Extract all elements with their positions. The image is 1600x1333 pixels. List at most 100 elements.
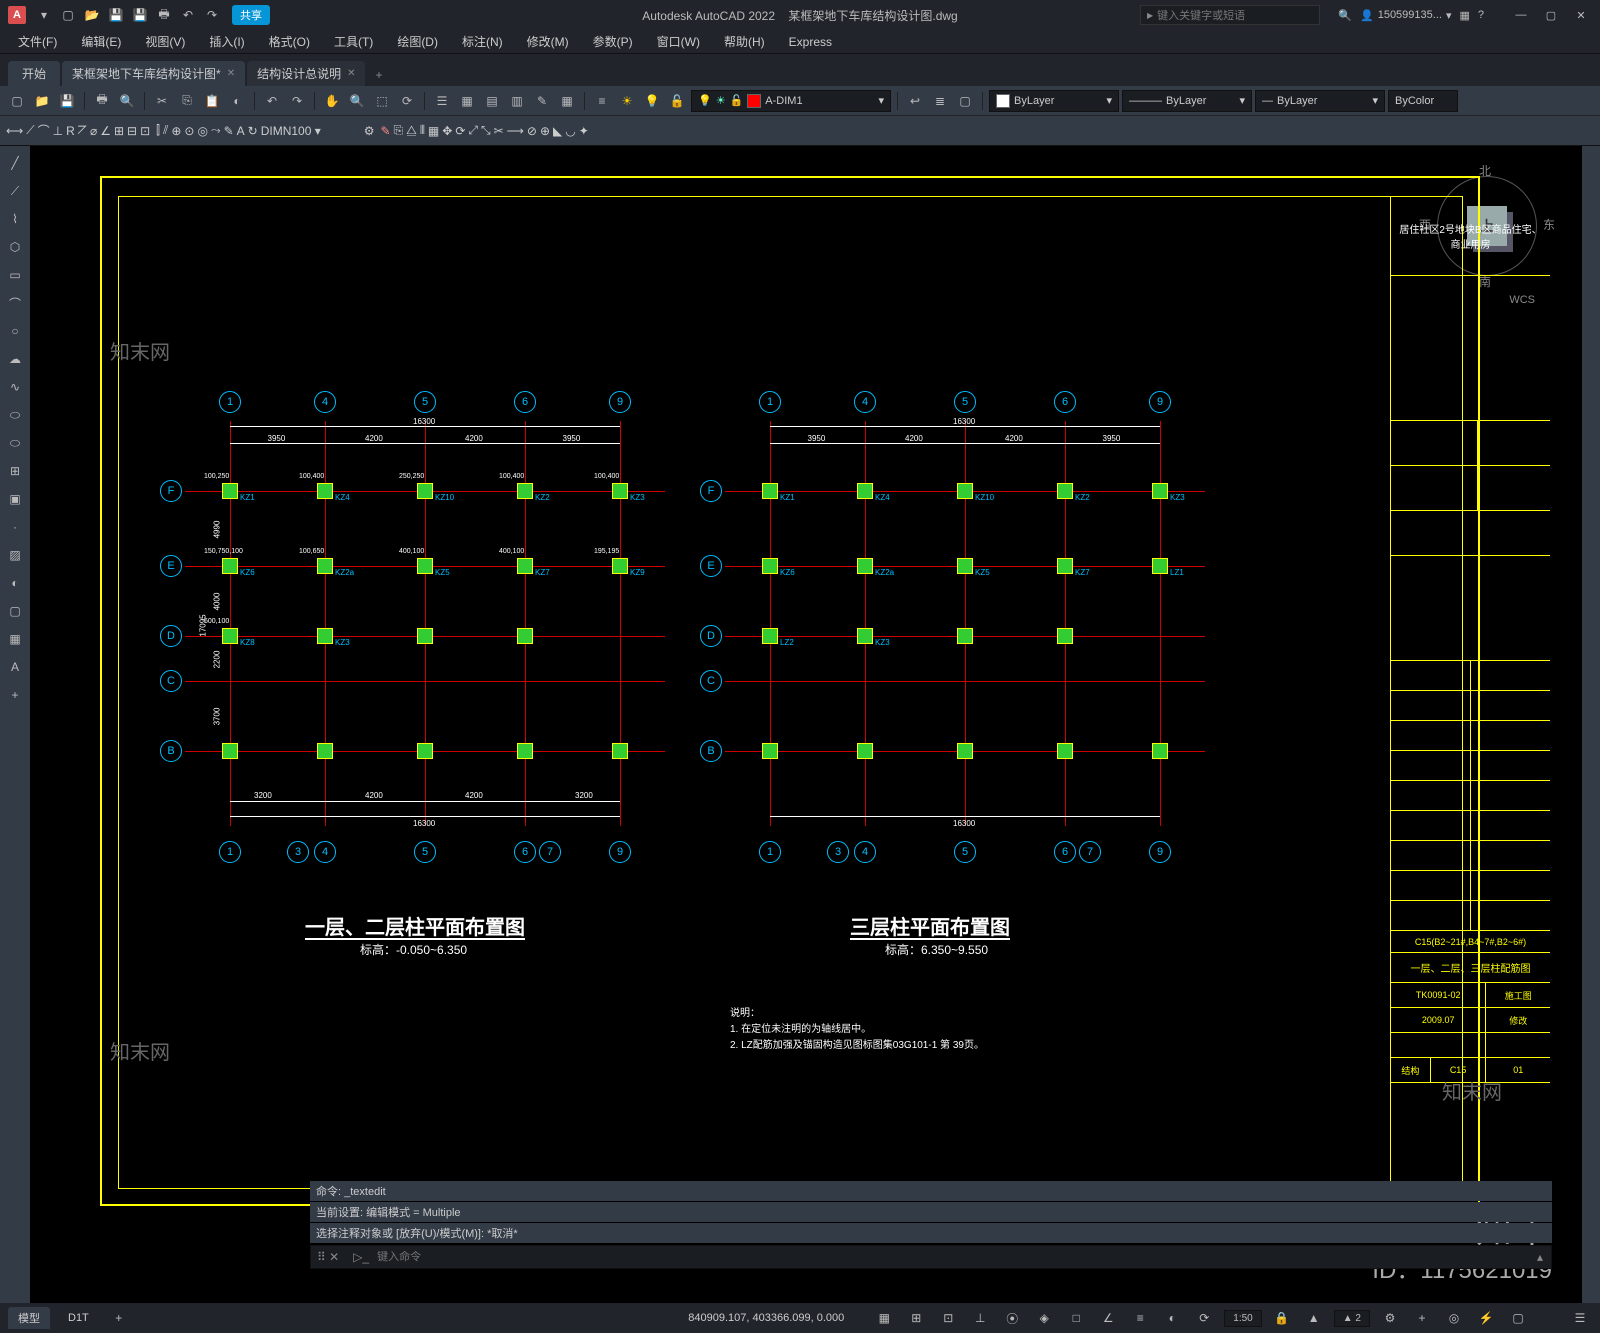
- help-icon[interactable]: ?: [1478, 9, 1484, 21]
- arc-icon[interactable]: ⌒: [4, 292, 26, 314]
- menu-item[interactable]: 格式(O): [259, 31, 320, 52]
- dim-jogged-icon[interactable]: ⦢: [78, 123, 87, 138]
- isodraft-icon[interactable]: ◈: [1032, 1306, 1056, 1330]
- properties-icon[interactable]: ☰: [431, 90, 453, 112]
- document-tab[interactable]: 结构设计总说明✕: [247, 61, 365, 86]
- layer-dropdown[interactable]: 💡☀🔓 A-DIM1 ▾: [691, 90, 891, 112]
- polygon-icon[interactable]: ⬡: [4, 236, 26, 258]
- clean-screen-icon[interactable]: ▢: [1506, 1306, 1530, 1330]
- redo2-icon[interactable]: ↷: [286, 90, 308, 112]
- copy2-icon[interactable]: ⎘: [394, 123, 404, 138]
- layer-manager-icon[interactable]: ≡: [591, 90, 613, 112]
- dim-arc-icon[interactable]: ⌒: [38, 122, 50, 139]
- anno-combo[interactable]: ▲ 2: [1334, 1310, 1370, 1327]
- menu-item[interactable]: 帮助(H): [714, 31, 775, 52]
- user-menu[interactable]: 👤 150599135... ▾: [1360, 9, 1451, 22]
- dim-aligned-icon[interactable]: ⟋: [26, 123, 34, 138]
- fillet-icon[interactable]: ◡: [565, 124, 575, 138]
- chamfer-icon[interactable]: ◣: [553, 124, 562, 138]
- new-icon[interactable]: ▢: [58, 5, 78, 25]
- rectangle-icon[interactable]: ▭: [4, 264, 26, 286]
- undo-icon[interactable]: ↶: [178, 5, 198, 25]
- document-tab[interactable]: 某框架地下车库结构设计图*✕: [62, 61, 245, 86]
- undo2-icon[interactable]: ↶: [261, 90, 283, 112]
- gradient-icon[interactable]: ◐: [4, 572, 26, 594]
- layer-prev-icon[interactable]: ↩: [904, 90, 926, 112]
- command-input[interactable]: ⠿ ✕ ▷_ ▴: [310, 1245, 1552, 1269]
- minimize-button[interactable]: —: [1510, 4, 1532, 26]
- search-icon[interactable]: 🔍: [1338, 9, 1352, 22]
- preview-icon[interactable]: 🔍: [116, 90, 138, 112]
- extend-icon[interactable]: ⟶: [507, 124, 524, 138]
- dim-edit-icon[interactable]: ✎: [224, 124, 234, 138]
- close-tab-icon[interactable]: ✕: [347, 68, 355, 79]
- new-tab-button[interactable]: +: [367, 64, 390, 86]
- close-button[interactable]: ✕: [1570, 4, 1592, 26]
- table-icon[interactable]: ▦: [4, 628, 26, 650]
- xline-icon[interactable]: ⟋: [4, 180, 26, 202]
- polar-icon[interactable]: ⦿: [1000, 1306, 1024, 1330]
- drawing-canvas[interactable]: 上 北 东 西 南 WCS 居住社区2号地块B区商品住宅、商业用房: [30, 146, 1582, 1303]
- hardware-accel-icon[interactable]: ⚡: [1474, 1306, 1498, 1330]
- menu-item[interactable]: 修改(M): [517, 31, 579, 52]
- trim-icon[interactable]: ✂: [494, 124, 504, 138]
- share-button[interactable]: 共享: [232, 5, 270, 25]
- layout-tab[interactable]: D1T: [58, 1309, 99, 1327]
- move-icon[interactable]: ✥: [442, 124, 452, 138]
- dim-space-icon[interactable]: ⫿: [156, 123, 160, 138]
- color-dropdown[interactable]: ByLayer ▾: [989, 90, 1119, 112]
- jog-line-icon[interactable]: ⤳: [211, 123, 221, 138]
- addselected-icon[interactable]: +: [4, 684, 26, 706]
- menu-item[interactable]: 工具(T): [324, 31, 383, 52]
- cycling-icon[interactable]: ⟳: [1192, 1306, 1216, 1330]
- design-center-icon[interactable]: ▦: [456, 90, 478, 112]
- start-tab[interactable]: 开始: [8, 61, 60, 86]
- layer-freeze-icon[interactable]: ☀: [616, 90, 638, 112]
- close-tab-icon[interactable]: ✕: [227, 68, 235, 79]
- osnap-icon[interactable]: □: [1064, 1306, 1088, 1330]
- layer-off-icon[interactable]: 💡: [641, 90, 663, 112]
- region-icon[interactable]: ▢: [4, 600, 26, 622]
- dim-tedit-icon[interactable]: A: [237, 124, 245, 138]
- dim-quick-icon[interactable]: ⊞: [114, 124, 124, 138]
- grid-icon[interactable]: ⊞: [904, 1306, 928, 1330]
- zoom-window-icon[interactable]: ⬚: [371, 90, 393, 112]
- menu-item[interactable]: 插入(I): [199, 31, 254, 52]
- otrack-icon[interactable]: ∠: [1096, 1306, 1120, 1330]
- add-layout-icon[interactable]: +: [107, 1306, 131, 1330]
- dim-angular-icon[interactable]: ∠: [100, 124, 111, 138]
- stretch-icon[interactable]: ⤡: [481, 123, 491, 138]
- join-icon[interactable]: ⊕: [540, 124, 550, 138]
- snap-icon[interactable]: ⊡: [936, 1306, 960, 1330]
- model-space-icon[interactable]: ▦: [872, 1306, 896, 1330]
- layer-iso-icon[interactable]: ▢: [954, 90, 976, 112]
- help-search-input[interactable]: 键入关键字或短语: [1140, 5, 1320, 25]
- pan-icon[interactable]: ✋: [321, 90, 343, 112]
- spline-icon[interactable]: ∿: [4, 376, 26, 398]
- tool-palettes-icon[interactable]: ▤: [481, 90, 503, 112]
- transparency-icon[interactable]: ◐: [1160, 1306, 1184, 1330]
- autodesk-app-icon[interactable]: ▦: [1459, 9, 1469, 22]
- revcloud-icon[interactable]: ☁: [4, 348, 26, 370]
- center-mark-icon[interactable]: ⊙: [184, 124, 194, 138]
- dim-continue-icon[interactable]: ⊡: [140, 124, 150, 138]
- mtext-icon[interactable]: A: [4, 656, 26, 678]
- paste-icon[interactable]: 📋: [201, 90, 223, 112]
- cut-icon[interactable]: ✂: [151, 90, 173, 112]
- cmd-handle-icon[interactable]: ⠿ ✕: [311, 1250, 345, 1264]
- hatch-icon[interactable]: ▨: [4, 544, 26, 566]
- explode-icon[interactable]: ✦: [579, 124, 589, 138]
- markup-icon[interactable]: ✎: [531, 90, 553, 112]
- ortho-icon[interactable]: ⊥: [968, 1306, 992, 1330]
- workspace-switch-icon[interactable]: ⚙: [1378, 1306, 1402, 1330]
- menu-item[interactable]: 文件(F): [8, 31, 67, 52]
- print-icon[interactable]: 🖶: [91, 90, 113, 112]
- pline-icon[interactable]: ⌇: [4, 208, 26, 230]
- dim-ordinate-icon[interactable]: ⊥: [53, 124, 63, 138]
- lwt-icon[interactable]: ≡: [1128, 1306, 1152, 1330]
- scale-combo[interactable]: 1:50: [1224, 1310, 1261, 1327]
- erase-icon[interactable]: ✎: [380, 124, 390, 138]
- menu-item[interactable]: 标注(N): [452, 31, 513, 52]
- lineweight-dropdown[interactable]: — ByLayer ▾: [1255, 90, 1385, 112]
- plot-icon[interactable]: 🖶: [154, 5, 174, 25]
